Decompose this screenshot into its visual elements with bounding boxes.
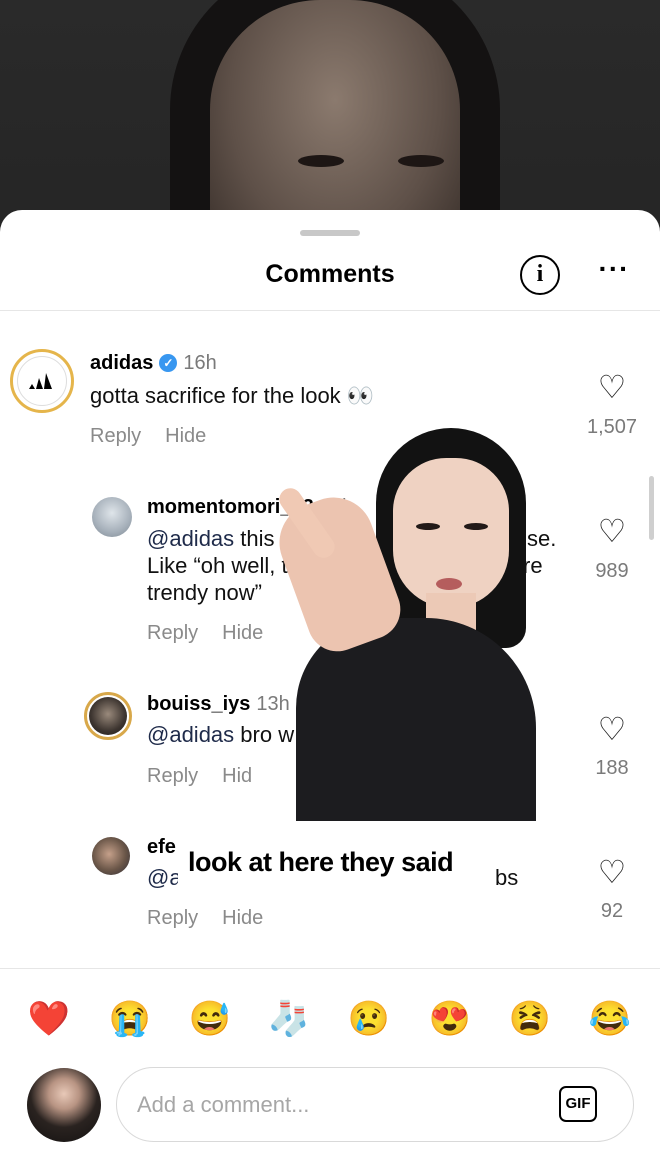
comment-text: @a [147, 864, 182, 892]
avatar[interactable] [17, 356, 67, 406]
overlay-mouth [436, 578, 462, 590]
background-eye-left [298, 155, 344, 167]
like-count: 92 [600, 900, 624, 922]
more-icon[interactable]: ··· [594, 255, 634, 292]
current-user-avatar [27, 1068, 101, 1142]
heart-icon[interactable]: ♡ [592, 515, 632, 547]
sheet-grabber[interactable] [300, 230, 360, 236]
hide-button[interactable]: Hide [222, 907, 263, 929]
reply-button[interactable]: Reply [147, 622, 198, 644]
comment-username[interactable]: adidas ✓ 16h [90, 352, 217, 375]
avatar[interactable] [92, 497, 132, 537]
overlay-eye-right [464, 523, 488, 530]
gif-button[interactable]: GIF [559, 1086, 597, 1122]
emoji-crying-button[interactable]: 😢 [342, 992, 396, 1046]
heart-icon[interactable]: ♡ [592, 371, 632, 403]
creator-video-overlay [256, 428, 536, 821]
reply-button[interactable]: Reply [90, 425, 141, 447]
mention-link[interactable]: @a [147, 865, 182, 890]
emoji-reaction-bar: ❤️ 😭 😅 🧦 😢 😍 😫 😂 [0, 992, 660, 1046]
heart-icon[interactable]: ♡ [592, 856, 632, 888]
hide-button[interactable]: Hide [165, 425, 206, 447]
comment-input[interactable] [137, 1088, 537, 1122]
background-eye-right [398, 155, 444, 167]
verified-badge-icon: ✓ [159, 354, 178, 372]
like-count: 989 [595, 560, 629, 582]
adidas-logo-icon [29, 373, 52, 389]
comment-text-part: bs [495, 865, 519, 890]
comment-text: gotta sacrifice for the look 👀 [90, 383, 375, 408]
username-text[interactable]: adidas [90, 352, 153, 374]
comment-time: 16h [183, 352, 217, 374]
emoji-loudly-crying-button[interactable]: 😭 [103, 992, 157, 1046]
video-caption: look at here they said [178, 838, 464, 886]
reply-button[interactable]: Reply [147, 765, 198, 787]
emoji-heart-button[interactable]: ❤️ [22, 992, 76, 1046]
avatar[interactable] [89, 697, 127, 735]
emoji-tired-face-button[interactable]: 😫 [503, 992, 557, 1046]
mention-link[interactable]: @adidas [147, 722, 234, 747]
comment-text-line: trendy now” [147, 580, 262, 605]
header-divider [0, 310, 660, 311]
emoji-tears-of-joy-button[interactable]: 😂 [583, 992, 637, 1046]
comment-actions: Reply Hide [90, 425, 230, 448]
sheet-title: Comments [265, 260, 395, 288]
scrollbar[interactable] [649, 476, 654, 540]
like-count: 1,507 [586, 416, 638, 438]
comment-username[interactable]: efe [147, 836, 176, 859]
comment-composer[interactable]: GIF [116, 1067, 634, 1142]
info-icon[interactable]: i [520, 255, 560, 295]
like-count: 188 [595, 757, 629, 779]
emoji-socks-button[interactable]: 🧦 [262, 992, 316, 1046]
comment-actions: Reply Hide [147, 907, 287, 930]
background-hair [170, 0, 500, 240]
emoji-sweat-smile-button[interactable]: 😅 [183, 992, 237, 1046]
mention-link[interactable]: @adidas [147, 526, 234, 551]
username-text[interactable]: bouiss_iys [147, 693, 250, 715]
emoji-heart-eyes-button[interactable]: 😍 [423, 992, 477, 1046]
overlay-eye-left [416, 523, 440, 530]
emoji-divider [0, 968, 660, 969]
hide-button[interactable]: Hid [222, 765, 252, 787]
heart-icon[interactable]: ♡ [592, 713, 632, 745]
avatar[interactable] [92, 837, 130, 875]
video-background [0, 0, 660, 240]
reply-button[interactable]: Reply [147, 907, 198, 929]
